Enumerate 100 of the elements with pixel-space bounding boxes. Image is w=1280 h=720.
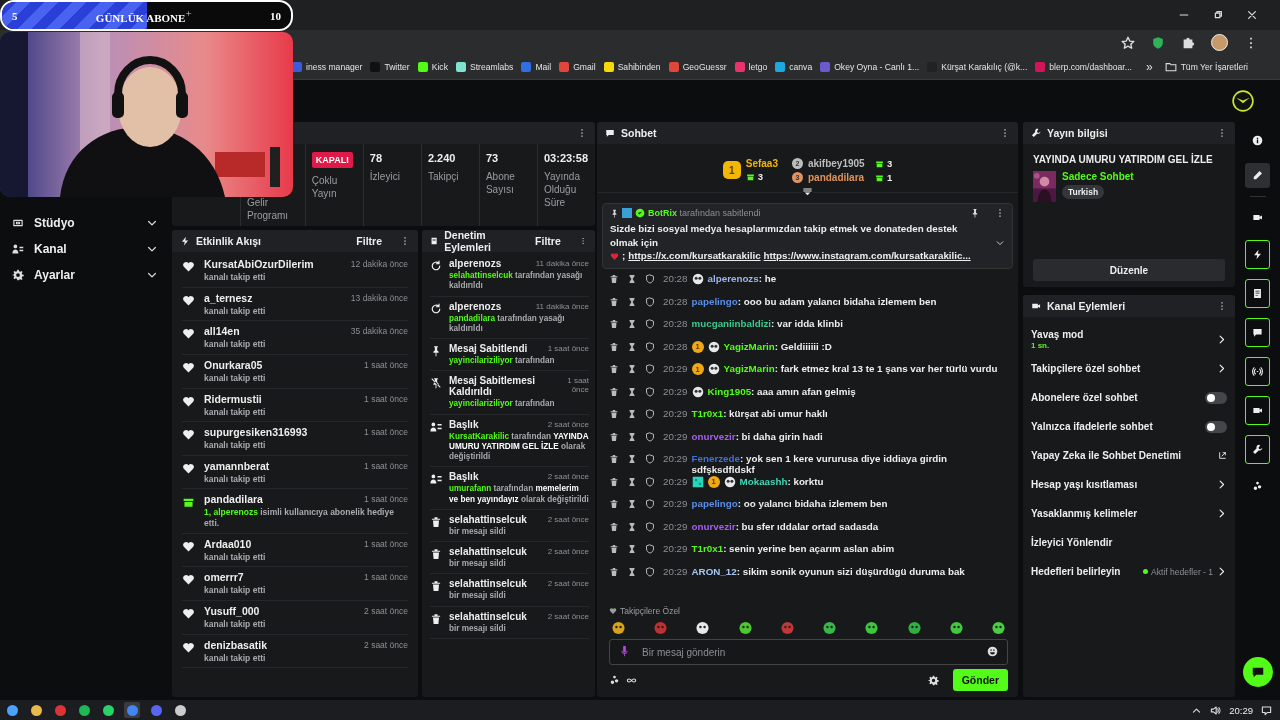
close-icon[interactable] — [1246, 9, 1258, 21]
emote-icon[interactable] — [737, 620, 753, 635]
hourglass-icon[interactable] — [627, 566, 637, 577]
speaker-icon[interactable] — [1210, 704, 1222, 716]
pencil-button[interactable] — [1245, 163, 1270, 188]
hourglass-icon[interactable] — [627, 364, 637, 374]
camera-button[interactable] — [1245, 396, 1270, 425]
hourglass-icon[interactable] — [627, 476, 637, 487]
bookmark-link[interactable]: Okey Oyna - Canlı 1... — [820, 62, 920, 72]
bookmark-star-icon[interactable] — [1121, 35, 1135, 50]
filter-button[interactable]: Filtre — [352, 233, 386, 249]
shield-icon[interactable] — [1151, 35, 1165, 50]
logo-icon[interactable] — [1232, 90, 1254, 112]
action-label[interactable]: Yalnızca ifadelerle sohbet — [1031, 421, 1153, 432]
bookmark-link[interactable]: Twitter — [370, 62, 410, 72]
action-label[interactable]: İzleyici Yönlendir — [1031, 537, 1113, 548]
all-bookmarks-link[interactable]: Tüm Yer İşaretleri — [1164, 61, 1248, 73]
microphone-icon[interactable] — [619, 646, 630, 657]
action-label[interactable]: Abonelere özel sohbet — [1031, 392, 1138, 403]
trash-icon[interactable] — [609, 499, 619, 509]
bookmark-link[interactable]: Mail — [521, 62, 552, 72]
shield-icon[interactable] — [645, 296, 655, 307]
bookmark-link[interactable]: Streamlabs — [455, 62, 514, 72]
shield-icon[interactable] — [645, 454, 655, 464]
trash-icon[interactable] — [609, 454, 619, 464]
action-label[interactable]: Hesap yaşı kısıtlaması — [1031, 479, 1138, 490]
emoji-icon[interactable] — [987, 646, 998, 657]
bookmark-link[interactable]: GeoGuessr — [668, 62, 727, 72]
profile-avatar[interactable] — [1211, 34, 1228, 51]
shield-icon[interactable] — [645, 409, 655, 419]
toggle-switch[interactable] — [1205, 420, 1227, 433]
trash-icon[interactable] — [609, 476, 619, 487]
hourglass-icon[interactable] — [627, 499, 637, 509]
trash-icon[interactable] — [609, 409, 619, 419]
trash-icon[interactable] — [609, 386, 619, 397]
hourglass-icon[interactable] — [627, 409, 637, 419]
scroll-down-icon[interactable] — [802, 187, 813, 198]
hourglass-icon[interactable] — [627, 296, 637, 307]
more-bookmarks-button[interactable]: » — [1141, 60, 1157, 74]
emote-icon[interactable] — [906, 620, 922, 635]
settings-icon[interactable] — [927, 674, 939, 686]
sidebar-item[interactable]: Kanal — [0, 236, 170, 262]
bookmark-link[interactable]: Kürşat Karakılıç (@k... — [927, 62, 1028, 72]
wrench-button[interactable] — [1245, 435, 1270, 464]
sidebar-item[interactable]: Stüdyo — [0, 210, 170, 236]
bookmark-link[interactable]: Sahibinden — [603, 62, 661, 72]
emote-icon[interactable] — [948, 620, 964, 635]
hourglass-icon[interactable] — [627, 274, 637, 284]
shield-icon[interactable] — [645, 386, 655, 397]
edit-button[interactable]: Düzenle — [1033, 259, 1225, 281]
shield-icon[interactable] — [645, 521, 655, 532]
emote-icon[interactable] — [822, 620, 838, 635]
shield-icon[interactable] — [645, 431, 655, 442]
trash-icon[interactable] — [609, 364, 619, 374]
shield-icon[interactable] — [645, 476, 655, 487]
shield-icon[interactable] — [645, 544, 655, 554]
action-label[interactable]: Yavaş mod — [1031, 329, 1084, 340]
send-button[interactable]: Gönder — [952, 669, 1008, 691]
category-link[interactable]: Sadece Sohbet — [1062, 171, 1134, 182]
trash-icon[interactable] — [609, 431, 619, 442]
hourglass-icon[interactable] — [627, 341, 637, 352]
trash-icon[interactable] — [609, 566, 619, 577]
bookmark-link[interactable]: Kick — [417, 62, 448, 72]
shield-icon[interactable] — [645, 274, 655, 284]
hourglass-icon[interactable] — [627, 319, 637, 329]
external-link-icon[interactable] — [1218, 451, 1227, 460]
filter-button[interactable]: Filtre — [531, 233, 565, 249]
trash-icon[interactable] — [609, 544, 619, 554]
emote-icon[interactable] — [611, 620, 626, 635]
broadcast-button[interactable] — [1245, 357, 1270, 386]
shield-icon[interactable] — [645, 341, 655, 352]
trash-icon[interactable] — [609, 296, 619, 307]
action-label[interactable]: Takipçilere özel sohbet — [1031, 363, 1141, 374]
dots-icon[interactable] — [609, 674, 620, 686]
action-label[interactable]: Hedefleri belirleyin — [1031, 566, 1121, 577]
trash-icon[interactable] — [609, 521, 619, 532]
shield-icon[interactable] — [645, 319, 655, 329]
shield-icon[interactable] — [645, 364, 655, 374]
bookmark-link[interactable]: Gmail — [559, 62, 596, 72]
extensions-icon[interactable] — [1181, 35, 1195, 50]
trash-icon[interactable] — [609, 319, 619, 329]
notification-icon[interactable] — [1261, 704, 1272, 716]
bookmark-link[interactable]: canva — [775, 62, 813, 72]
message-input[interactable]: Bir mesaj gönderin — [609, 639, 1008, 665]
sidebar-item[interactable]: Ayarlar — [0, 262, 170, 288]
action-label[interactable]: Yapay Zeka ile Sohbet Denetimi — [1031, 450, 1182, 461]
action-label[interactable]: Yasaklanmış kelimeler — [1031, 508, 1138, 519]
hourglass-icon[interactable] — [627, 454, 637, 464]
hourglass-icon[interactable] — [627, 544, 637, 554]
link[interactable]: https://www.instagram.com/kursatkarakilic... — [763, 249, 971, 264]
bookmark-link[interactable]: letgo — [734, 62, 768, 72]
chat-button[interactable] — [1245, 318, 1270, 347]
shield-icon[interactable] — [645, 499, 655, 509]
trash-icon[interactable] — [609, 274, 619, 284]
link[interactable]: https://x.com/kursatkarakilic — [628, 249, 761, 264]
toggle-switch[interactable] — [1205, 391, 1227, 404]
bookmark-link[interactable]: blerp.com/dashboar... — [1035, 62, 1132, 72]
lightning-button[interactable] — [1245, 240, 1270, 269]
emote-icon[interactable] — [695, 620, 711, 635]
chat-support-button[interactable] — [1242, 657, 1273, 687]
